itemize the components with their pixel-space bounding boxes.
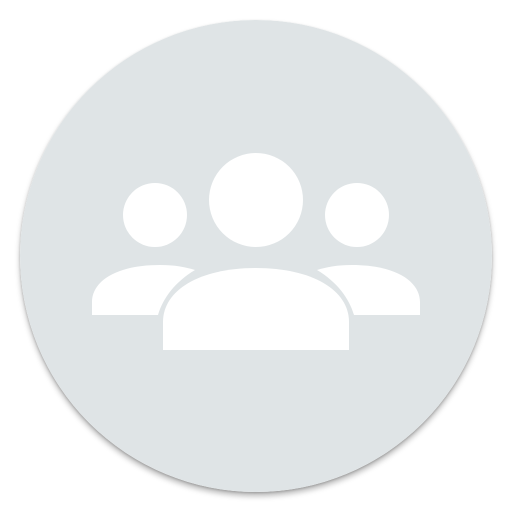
left-person-head [123,183,187,247]
group-avatar-app [0,0,512,512]
group-avatar [20,20,492,492]
center-person-head [209,153,303,247]
avatar-background [20,20,492,492]
group-icon [20,20,492,492]
right-person-head [325,183,389,247]
